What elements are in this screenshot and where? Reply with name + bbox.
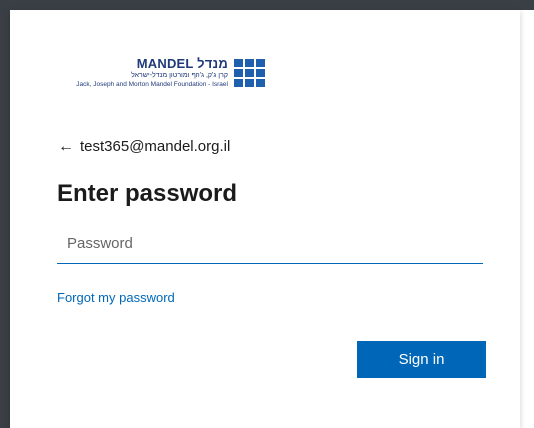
logo-english: Jack, Joseph and Morton Mandel Foundatio… <box>76 81 228 88</box>
logo-mark-icon <box>234 59 266 89</box>
user-email: test365@mandel.org.il <box>80 138 231 155</box>
window-frame-left <box>0 0 10 428</box>
left-arrow-icon[interactable]: ← <box>58 138 74 155</box>
password-input[interactable] <box>57 228 483 264</box>
sign-in-button[interactable]: Sign in <box>357 341 486 378</box>
window-frame-top <box>0 0 534 10</box>
page-title: Enter password <box>57 180 238 207</box>
logo-text: MANDEL מנדל קרן ג'ק, ג'וזף ומורטון מנדל-… <box>76 57 228 89</box>
mandel-logo: MANDEL מנדל קרן ג'ק, ג'וזף ומורטון מנדל-… <box>28 57 268 103</box>
logo-hebrew: קרן ג'ק, ג'וזף ומורטון מנדל-ישראל <box>131 72 228 79</box>
logo-brand: MANDEL מנדל <box>136 56 228 71</box>
identity-banner: ← test365@mandel.org.il <box>58 138 230 155</box>
forgot-password-link[interactable]: Forgot my password <box>57 290 175 305</box>
